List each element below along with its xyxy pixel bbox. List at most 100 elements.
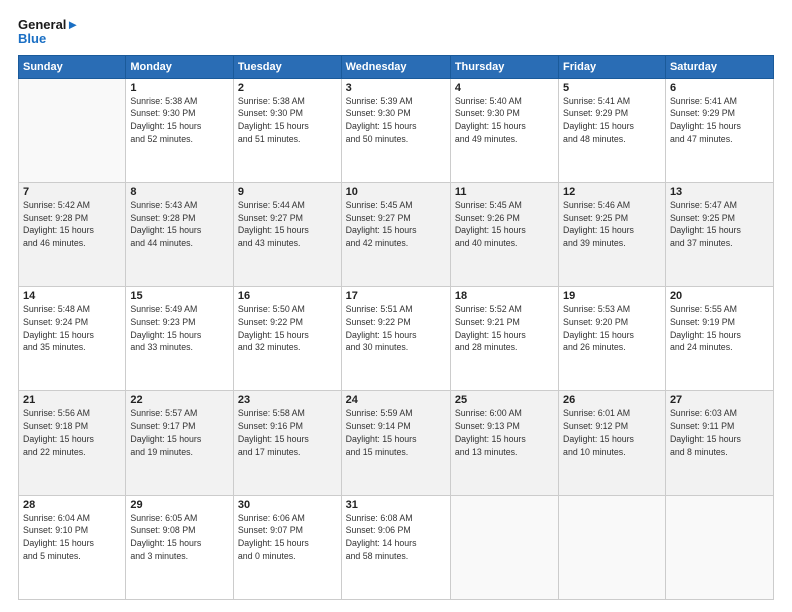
day-info: Sunrise: 6:01 AMSunset: 9:12 PMDaylight:…	[563, 407, 661, 458]
week-row-2: 7Sunrise: 5:42 AMSunset: 9:28 PMDaylight…	[19, 182, 774, 286]
day-number: 27	[670, 394, 769, 406]
calendar-cell: 2Sunrise: 5:38 AMSunset: 9:30 PMDaylight…	[233, 78, 341, 182]
day-info: Sunrise: 5:40 AMSunset: 9:30 PMDaylight:…	[455, 95, 554, 146]
day-info: Sunrise: 6:04 AMSunset: 9:10 PMDaylight:…	[23, 512, 121, 563]
day-number: 21	[23, 394, 121, 406]
header-saturday: Saturday	[665, 55, 773, 78]
calendar-cell: 5Sunrise: 5:41 AMSunset: 9:29 PMDaylight…	[559, 78, 666, 182]
day-number: 8	[130, 186, 229, 198]
calendar-cell: 28Sunrise: 6:04 AMSunset: 9:10 PMDayligh…	[19, 495, 126, 599]
calendar-cell: 30Sunrise: 6:06 AMSunset: 9:07 PMDayligh…	[233, 495, 341, 599]
calendar-cell: 3Sunrise: 5:39 AMSunset: 9:30 PMDaylight…	[341, 78, 450, 182]
calendar-cell: 25Sunrise: 6:00 AMSunset: 9:13 PMDayligh…	[450, 391, 558, 495]
day-number: 9	[238, 186, 337, 198]
day-number: 14	[23, 290, 121, 302]
calendar-cell: 1Sunrise: 5:38 AMSunset: 9:30 PMDaylight…	[126, 78, 234, 182]
calendar-cell	[450, 495, 558, 599]
day-number: 11	[455, 186, 554, 198]
day-number: 26	[563, 394, 661, 406]
day-number: 28	[23, 499, 121, 511]
day-number: 16	[238, 290, 337, 302]
week-row-4: 21Sunrise: 5:56 AMSunset: 9:18 PMDayligh…	[19, 391, 774, 495]
day-info: Sunrise: 5:52 AMSunset: 9:21 PMDaylight:…	[455, 303, 554, 354]
week-row-5: 28Sunrise: 6:04 AMSunset: 9:10 PMDayligh…	[19, 495, 774, 599]
day-info: Sunrise: 5:38 AMSunset: 9:30 PMDaylight:…	[238, 95, 337, 146]
header-tuesday: Tuesday	[233, 55, 341, 78]
header-monday: Monday	[126, 55, 234, 78]
calendar-cell: 11Sunrise: 5:45 AMSunset: 9:26 PMDayligh…	[450, 182, 558, 286]
calendar-cell: 29Sunrise: 6:05 AMSunset: 9:08 PMDayligh…	[126, 495, 234, 599]
calendar-cell: 27Sunrise: 6:03 AMSunset: 9:11 PMDayligh…	[665, 391, 773, 495]
calendar-cell: 14Sunrise: 5:48 AMSunset: 9:24 PMDayligh…	[19, 287, 126, 391]
day-number: 22	[130, 394, 229, 406]
day-info: Sunrise: 5:43 AMSunset: 9:28 PMDaylight:…	[130, 199, 229, 250]
calendar-cell: 10Sunrise: 5:45 AMSunset: 9:27 PMDayligh…	[341, 182, 450, 286]
calendar-cell: 23Sunrise: 5:58 AMSunset: 9:16 PMDayligh…	[233, 391, 341, 495]
calendar-cell	[559, 495, 666, 599]
day-info: Sunrise: 6:06 AMSunset: 9:07 PMDaylight:…	[238, 512, 337, 563]
day-number: 12	[563, 186, 661, 198]
calendar-cell: 26Sunrise: 6:01 AMSunset: 9:12 PMDayligh…	[559, 391, 666, 495]
calendar-cell: 15Sunrise: 5:49 AMSunset: 9:23 PMDayligh…	[126, 287, 234, 391]
calendar-cell: 21Sunrise: 5:56 AMSunset: 9:18 PMDayligh…	[19, 391, 126, 495]
week-row-1: 1Sunrise: 5:38 AMSunset: 9:30 PMDaylight…	[19, 78, 774, 182]
day-info: Sunrise: 5:45 AMSunset: 9:27 PMDaylight:…	[346, 199, 446, 250]
day-info: Sunrise: 5:53 AMSunset: 9:20 PMDaylight:…	[563, 303, 661, 354]
day-info: Sunrise: 5:59 AMSunset: 9:14 PMDaylight:…	[346, 407, 446, 458]
day-info: Sunrise: 6:05 AMSunset: 9:08 PMDaylight:…	[130, 512, 229, 563]
day-number: 31	[346, 499, 446, 511]
calendar-cell: 31Sunrise: 6:08 AMSunset: 9:06 PMDayligh…	[341, 495, 450, 599]
logo-general: General►	[18, 18, 79, 32]
calendar-cell: 19Sunrise: 5:53 AMSunset: 9:20 PMDayligh…	[559, 287, 666, 391]
day-info: Sunrise: 5:38 AMSunset: 9:30 PMDaylight:…	[130, 95, 229, 146]
calendar-cell: 24Sunrise: 5:59 AMSunset: 9:14 PMDayligh…	[341, 391, 450, 495]
day-info: Sunrise: 5:46 AMSunset: 9:25 PMDaylight:…	[563, 199, 661, 250]
header-wednesday: Wednesday	[341, 55, 450, 78]
day-number: 6	[670, 82, 769, 94]
calendar-cell: 4Sunrise: 5:40 AMSunset: 9:30 PMDaylight…	[450, 78, 558, 182]
header-sunday: Sunday	[19, 55, 126, 78]
day-info: Sunrise: 5:49 AMSunset: 9:23 PMDaylight:…	[130, 303, 229, 354]
day-number: 2	[238, 82, 337, 94]
day-number: 3	[346, 82, 446, 94]
calendar-cell: 12Sunrise: 5:46 AMSunset: 9:25 PMDayligh…	[559, 182, 666, 286]
day-number: 18	[455, 290, 554, 302]
calendar-table: SundayMondayTuesdayWednesdayThursdayFrid…	[18, 55, 774, 600]
day-number: 15	[130, 290, 229, 302]
header: General► Blue	[18, 18, 774, 47]
header-thursday: Thursday	[450, 55, 558, 78]
day-info: Sunrise: 6:08 AMSunset: 9:06 PMDaylight:…	[346, 512, 446, 563]
day-info: Sunrise: 5:39 AMSunset: 9:30 PMDaylight:…	[346, 95, 446, 146]
page: General► Blue SundayMondayTuesdayWednesd…	[0, 0, 792, 612]
header-row: SundayMondayTuesdayWednesdayThursdayFrid…	[19, 55, 774, 78]
day-info: Sunrise: 5:58 AMSunset: 9:16 PMDaylight:…	[238, 407, 337, 458]
day-number: 25	[455, 394, 554, 406]
day-number: 17	[346, 290, 446, 302]
calendar-cell	[665, 495, 773, 599]
calendar-cell: 6Sunrise: 5:41 AMSunset: 9:29 PMDaylight…	[665, 78, 773, 182]
day-number: 29	[130, 499, 229, 511]
day-number: 7	[23, 186, 121, 198]
day-number: 20	[670, 290, 769, 302]
calendar-cell	[19, 78, 126, 182]
day-info: Sunrise: 5:51 AMSunset: 9:22 PMDaylight:…	[346, 303, 446, 354]
day-info: Sunrise: 5:45 AMSunset: 9:26 PMDaylight:…	[455, 199, 554, 250]
day-number: 1	[130, 82, 229, 94]
day-info: Sunrise: 5:44 AMSunset: 9:27 PMDaylight:…	[238, 199, 337, 250]
day-number: 19	[563, 290, 661, 302]
day-number: 30	[238, 499, 337, 511]
day-number: 5	[563, 82, 661, 94]
calendar-cell: 8Sunrise: 5:43 AMSunset: 9:28 PMDaylight…	[126, 182, 234, 286]
day-number: 23	[238, 394, 337, 406]
day-info: Sunrise: 5:47 AMSunset: 9:25 PMDaylight:…	[670, 199, 769, 250]
day-info: Sunrise: 5:41 AMSunset: 9:29 PMDaylight:…	[563, 95, 661, 146]
day-info: Sunrise: 5:50 AMSunset: 9:22 PMDaylight:…	[238, 303, 337, 354]
calendar-cell: 9Sunrise: 5:44 AMSunset: 9:27 PMDaylight…	[233, 182, 341, 286]
day-number: 24	[346, 394, 446, 406]
day-info: Sunrise: 5:41 AMSunset: 9:29 PMDaylight:…	[670, 95, 769, 146]
calendar-cell: 17Sunrise: 5:51 AMSunset: 9:22 PMDayligh…	[341, 287, 450, 391]
day-number: 10	[346, 186, 446, 198]
day-number: 4	[455, 82, 554, 94]
logo-blue: Blue	[18, 32, 79, 46]
day-info: Sunrise: 5:56 AMSunset: 9:18 PMDaylight:…	[23, 407, 121, 458]
